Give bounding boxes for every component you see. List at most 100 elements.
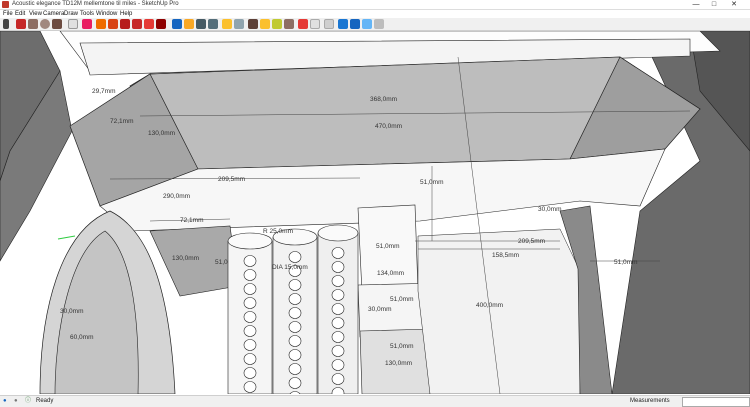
pushpull-icon[interactable] (96, 19, 106, 29)
geo-location-icon[interactable]: ● (3, 396, 7, 407)
tube-hole (331, 317, 345, 329)
section-icon[interactable] (222, 19, 232, 29)
tube-hole (243, 325, 257, 337)
dim-label: 134,0mm (377, 270, 404, 277)
dim-label: 51,0mm (376, 243, 399, 250)
tube-hole (243, 255, 257, 267)
tube-hole (288, 349, 302, 361)
tube-hole (243, 339, 257, 351)
dim-label: 130,0mm (172, 255, 199, 262)
wireframe-icon[interactable] (374, 19, 384, 29)
dim-label: DIA 15,0mm (272, 264, 308, 271)
pencil-icon[interactable] (16, 19, 26, 29)
window-title: Acoustic elegance TD12M mellemtone til m… (12, 1, 179, 7)
dim-label: 209,5mm (518, 238, 545, 245)
dim-label: 209,5mm (218, 176, 245, 183)
warehouse-icon[interactable] (234, 19, 244, 29)
iso-view-icon[interactable] (310, 19, 320, 29)
offset-icon[interactable] (132, 19, 142, 29)
zoom-extents-icon[interactable] (208, 19, 218, 29)
xray-icon[interactable] (362, 19, 372, 29)
followme-icon[interactable] (144, 19, 154, 29)
tube-hole (331, 247, 345, 259)
dim-label: 51,0mm (614, 259, 637, 266)
close-button[interactable]: ✕ (728, 0, 740, 9)
maximize-button[interactable]: □ (708, 0, 720, 9)
dim-label: 72,1mm (180, 217, 203, 224)
credits-icon[interactable]: ● (14, 396, 18, 407)
status-text: Ready (36, 398, 54, 404)
shadows-icon[interactable] (298, 19, 308, 29)
minimize-button[interactable]: — (690, 0, 702, 9)
dim-label: 30,0mm (368, 306, 391, 313)
scenes-icon[interactable] (284, 19, 294, 29)
dim-label: 470,0mm (375, 123, 402, 130)
tube-hole (331, 261, 345, 273)
model-viewport[interactable]: 29,7mm 72,1mm 130,0mm 368,0mm 470,0mm 20… (0, 31, 750, 394)
dim-label: R 25,0mm (263, 228, 293, 235)
tape-icon[interactable] (156, 19, 166, 29)
layers-icon[interactable] (272, 19, 282, 29)
tube-hole (243, 283, 257, 295)
tube-hole (331, 373, 345, 385)
dim-label: 72,1mm (110, 118, 133, 125)
styles-icon[interactable] (260, 19, 270, 29)
tube-hole (331, 303, 345, 315)
status-bar: ● ● ⓘ Ready Measurements (0, 395, 750, 407)
tube-hole (288, 279, 302, 291)
right-view-icon[interactable] (350, 19, 360, 29)
dim-label: 30,0mm (60, 308, 83, 315)
dim-label: 368,0mm (370, 96, 397, 103)
rectangle-icon[interactable] (28, 19, 38, 29)
dim-label: 290,0mm (163, 193, 190, 200)
dim-label: 51,0 (215, 259, 228, 266)
tube-hole (243, 297, 257, 309)
move-icon[interactable] (108, 19, 118, 29)
dim-label: 51,0mm (420, 179, 443, 186)
tube-hole (331, 331, 345, 343)
eraser-icon[interactable] (68, 19, 78, 29)
tube-hole (288, 293, 302, 305)
tube-hole (331, 359, 345, 371)
polygon-icon[interactable] (52, 19, 62, 29)
tube-hole (243, 311, 257, 323)
orbit-icon[interactable] (172, 19, 182, 29)
front-view-icon[interactable] (338, 19, 348, 29)
tube-hole (288, 251, 302, 263)
tube-hole (288, 321, 302, 333)
tube-hole (288, 335, 302, 347)
dim-label: 158,5mm (492, 252, 519, 259)
dim-label: 29,7mm (92, 88, 115, 95)
measurements-label: Measurements (630, 398, 670, 404)
tube-hole (331, 345, 345, 357)
dim-label: 51,0mm (390, 343, 413, 350)
tube-hole (331, 275, 345, 287)
paint-icon[interactable] (82, 19, 92, 29)
tube-hole (243, 353, 257, 365)
tube-hole (243, 367, 257, 379)
dim-label: 130,0mm (148, 130, 175, 137)
select-icon[interactable] (3, 19, 9, 29)
components-icon[interactable] (248, 19, 258, 29)
tube-hole (331, 289, 345, 301)
tube-hole (288, 377, 302, 389)
main-toolbar (0, 18, 750, 31)
pan-icon[interactable] (184, 19, 194, 29)
top-view-icon[interactable] (324, 19, 334, 29)
axis-green-line (57, 235, 76, 240)
help-icon[interactable]: ⓘ (25, 396, 31, 407)
title-bar: Acoustic elegance TD12M mellemtone til m… (0, 0, 750, 10)
rotate-icon[interactable] (120, 19, 130, 29)
tube-hole (243, 269, 257, 281)
dim-label: 30,0mm (538, 206, 561, 213)
model-drawing: 29,7mm 72,1mm 130,0mm 368,0mm 470,0mm 20… (0, 31, 750, 394)
tube-hole (243, 381, 257, 393)
circle-icon[interactable] (40, 19, 50, 29)
dim-label: 400,0mm (476, 302, 503, 309)
dim-label: 51,0mm (390, 296, 413, 303)
zoom-icon[interactable] (196, 19, 206, 29)
dim-label: 60,0mm (70, 334, 93, 341)
tube-hole (288, 363, 302, 375)
sketchup-app-icon (2, 1, 9, 8)
tube-hole (288, 307, 302, 319)
